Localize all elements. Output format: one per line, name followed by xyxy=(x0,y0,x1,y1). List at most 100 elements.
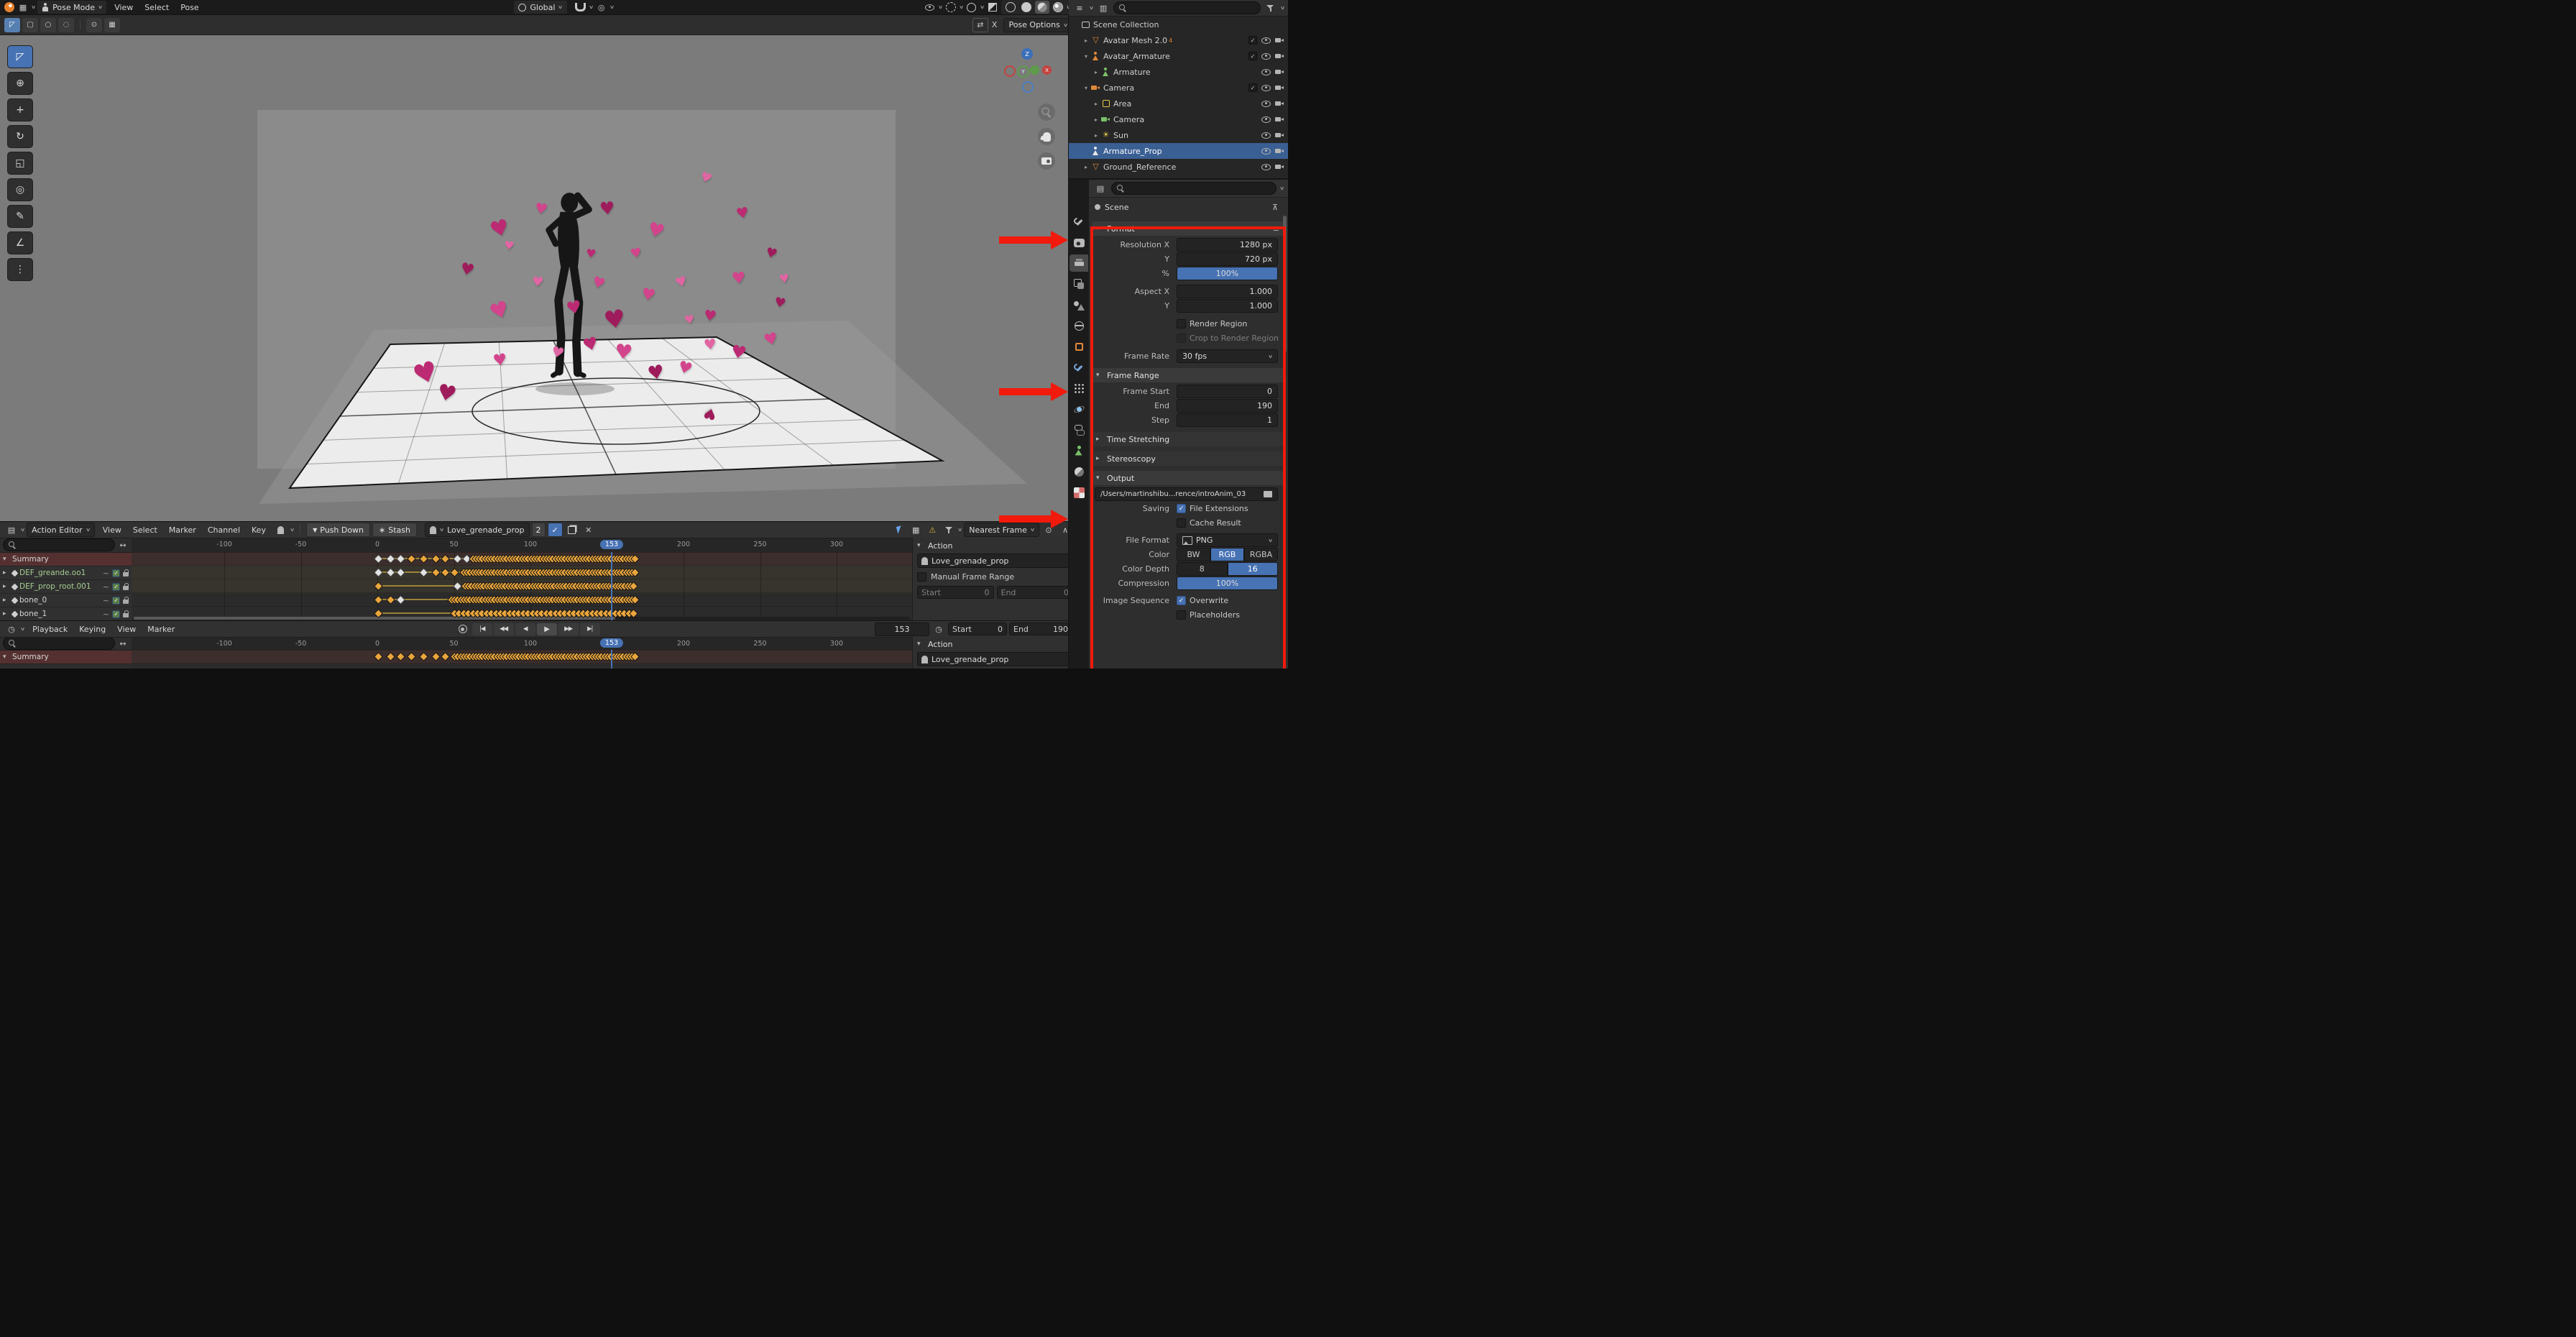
current-frame-line[interactable] xyxy=(611,650,612,668)
heart-object[interactable]: ♥ xyxy=(585,247,597,259)
lock-icon[interactable] xyxy=(123,586,129,590)
previous-keyframe-button[interactable]: ◀◀ xyxy=(494,623,514,635)
aspect-x-field[interactable]: 1.000 xyxy=(1177,285,1278,298)
depth-8-button[interactable]: 8 xyxy=(1177,562,1228,576)
navigation-gizmo[interactable]: Z Y X xyxy=(1003,48,1053,91)
modifier-icon[interactable]: ~ xyxy=(103,610,109,619)
blender-logo-icon[interactable] xyxy=(4,2,14,12)
current-frame-badge[interactable]: 153 xyxy=(600,638,623,648)
tool-tweak-select-button[interactable]: ◸ xyxy=(7,45,33,68)
ghost-filter-icon[interactable] xyxy=(274,523,288,536)
cache-result-checkbox[interactable] xyxy=(1177,518,1186,528)
disclosure-icon[interactable]: ▸ xyxy=(3,610,10,617)
properties-tab-scene[interactable] xyxy=(1070,296,1088,313)
channel-enable-checkbox[interactable]: ✓ xyxy=(112,583,119,590)
expand-channels-button[interactable]: ↔ xyxy=(117,538,129,551)
disclosure-icon[interactable]: ▸ xyxy=(3,569,10,576)
overwrite-checkbox[interactable]: ✓ xyxy=(1177,596,1186,605)
modifier-icon[interactable]: ~ xyxy=(103,582,109,592)
keyframe-selected[interactable] xyxy=(450,568,459,577)
current-frame-badge[interactable]: 153 xyxy=(600,540,623,549)
outliner-row-scene-collection[interactable]: Scene Collection xyxy=(1069,17,1288,32)
render-visibility-icon[interactable] xyxy=(1275,100,1284,107)
tool-move-button[interactable]: + xyxy=(7,98,33,121)
format-section-header[interactable]: ▾ Format ≡ xyxy=(1092,221,1284,236)
properties-search-input[interactable] xyxy=(1111,182,1276,195)
stash-button[interactable]: ∗ Stash xyxy=(372,523,417,537)
shading-material-button[interactable] xyxy=(1035,1,1049,14)
disclosure-icon[interactable]: ▾ xyxy=(3,653,10,661)
timeline-search-input[interactable] xyxy=(3,637,115,650)
outliner-row-camera[interactable]: ▸Camera xyxy=(1069,111,1288,127)
disclosure-icon[interactable]: ▸ xyxy=(3,583,10,590)
heart-object[interactable]: ♥ xyxy=(703,336,717,352)
action-editor-mode-dropdown[interactable]: Action Editor ∨ xyxy=(27,523,95,537)
selectable-checkbox[interactable]: ✓ xyxy=(1248,52,1257,60)
browse-actions-chevron-icon[interactable]: ∨ xyxy=(439,527,444,533)
keyframe-selected[interactable] xyxy=(386,652,395,661)
select-mode-circle-button[interactable]: ○ xyxy=(40,18,56,32)
keyframe-selected[interactable] xyxy=(432,568,441,577)
presets-icon[interactable]: ≡ xyxy=(1273,224,1279,234)
disclosure-icon[interactable]: ▸ xyxy=(3,597,10,604)
color-rgb-button[interactable]: RGB xyxy=(1210,548,1244,561)
channel-enable-checkbox[interactable]: ✓ xyxy=(112,610,119,617)
timeline-menu-marker[interactable]: Marker xyxy=(142,625,180,634)
keyframe-row-bone-0[interactable] xyxy=(132,593,912,607)
properties-tab-particles[interactable] xyxy=(1070,380,1088,397)
timeline-menu-view[interactable]: View xyxy=(111,625,142,634)
keyframe-selected[interactable] xyxy=(441,554,450,564)
keyframe[interactable] xyxy=(397,595,406,605)
outliner-row-sun[interactable]: ▸Sun xyxy=(1069,127,1288,143)
heart-object[interactable]: ♥ xyxy=(778,272,791,285)
keyframe-selected[interactable] xyxy=(397,652,406,661)
mode-selector[interactable]: Pose Mode ∨ xyxy=(37,0,107,14)
axis-y-ball[interactable]: Y xyxy=(1017,65,1029,78)
action-datablock-selector[interactable]: ∨ Love_grenade_prop xyxy=(425,523,530,537)
heart-object[interactable]: ♥ xyxy=(646,362,666,384)
frame-rate-dropdown[interactable]: 30 fps∨ xyxy=(1177,349,1278,363)
timeline-key-area[interactable]: -100-50050100200250300 153 xyxy=(132,637,912,668)
lock-icon[interactable] xyxy=(123,572,129,576)
tool-scale-button[interactable]: ◱ xyxy=(7,152,33,175)
frame-start-field[interactable]: 0 xyxy=(1177,385,1278,398)
select-mode-box-button[interactable]: ▢ xyxy=(22,18,38,32)
editor-type-icon[interactable]: ≡ xyxy=(1072,1,1087,14)
workspace-menu-icon[interactable]: ▦ xyxy=(16,1,30,14)
heart-object[interactable]: ♥ xyxy=(503,239,515,252)
keyframe-row-def-prop-root-001[interactable] xyxy=(132,579,912,593)
tool-transform-button[interactable]: ◎ xyxy=(7,178,33,201)
outliner-search-input[interactable] xyxy=(1113,1,1261,14)
play-reverse-button[interactable]: ◀ xyxy=(515,623,535,635)
dope-menu-key[interactable]: Key xyxy=(246,525,272,535)
heart-object[interactable]: ♥ xyxy=(640,286,656,304)
overlap-mode-icon[interactable]: ∧ xyxy=(1058,523,1068,536)
render-visibility-icon[interactable] xyxy=(1275,84,1284,91)
horizontal-scrollbar[interactable] xyxy=(134,617,910,620)
keyframe-selected[interactable] xyxy=(374,582,383,591)
compression-slider[interactable]: 100% xyxy=(1177,576,1278,590)
zoom-button[interactable] xyxy=(1038,104,1055,121)
output-path-field[interactable]: /Users/martinshibu...rence/introAnim_03 xyxy=(1095,487,1278,501)
axis-x-negative-ball[interactable] xyxy=(1004,65,1016,77)
properties-tab-world[interactable] xyxy=(1070,317,1088,334)
render-visibility-icon[interactable] xyxy=(1275,147,1284,155)
disclosure-icon[interactable]: ▸ xyxy=(1092,116,1100,123)
editor-type-icon[interactable]: ◷ xyxy=(4,622,19,635)
camera-view-button[interactable] xyxy=(1038,152,1055,170)
dope-menu-channel[interactable]: Channel xyxy=(202,525,246,535)
snap-settings-chevron-icon[interactable]: ∨ xyxy=(589,4,594,10)
render-visibility-icon[interactable] xyxy=(1275,163,1284,170)
dope-sheet-ruler[interactable]: -100-50050100200250300 153 xyxy=(132,538,912,553)
render-visibility-icon[interactable] xyxy=(1275,37,1284,44)
render-visibility-icon[interactable] xyxy=(1275,52,1284,60)
disclosure-icon[interactable]: ▾ xyxy=(1082,53,1090,60)
heart-object[interactable]: ♥ xyxy=(602,306,627,334)
visibility-eye-icon[interactable] xyxy=(1261,116,1271,123)
keyframe[interactable] xyxy=(397,554,406,564)
keyframe[interactable] xyxy=(420,568,429,577)
viewport-3d[interactable]: ◸ ▢ ○ ◌ ⊙ ▦ ⇄ X Pose Options ∨ xyxy=(0,15,1068,521)
keyframe-selected[interactable] xyxy=(386,595,395,605)
outliner-row-avatar-mesh-2-0[interactable]: ▸Avatar Mesh 2.04✓ xyxy=(1069,32,1288,48)
channel-search-input[interactable] xyxy=(3,538,115,551)
